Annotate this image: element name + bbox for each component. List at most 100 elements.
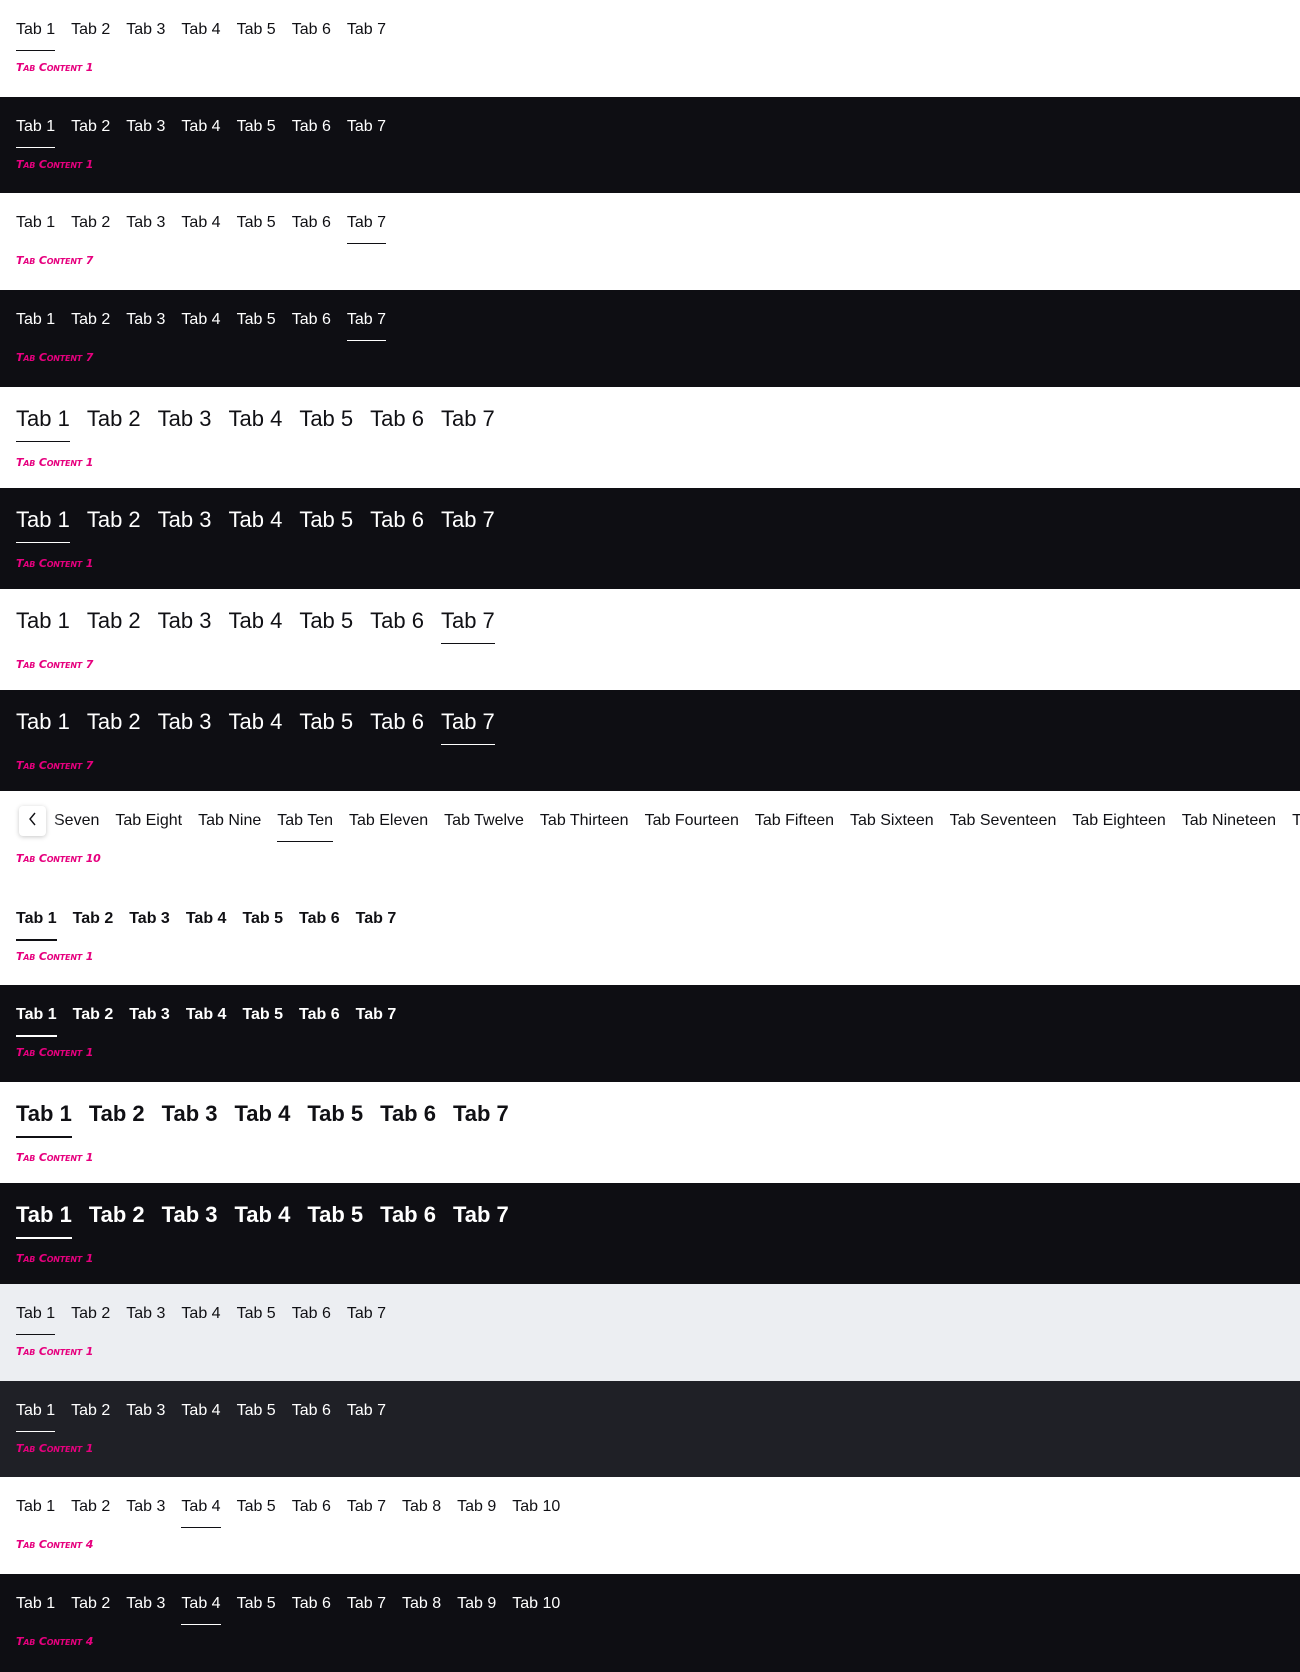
tab[interactable]: Tab 2 [87, 509, 141, 531]
tab[interactable]: Tab 1 [16, 1499, 55, 1515]
tab[interactable]: Tab 5 [299, 509, 353, 531]
tab-active[interactable]: Tab 7 [440, 711, 495, 745]
tab[interactable]: Tab 5 [237, 119, 276, 135]
tab[interactable]: Tab 3 [162, 1204, 218, 1226]
tab[interactable]: Tab 7 [441, 509, 495, 531]
tab[interactable]: Tab 4 [228, 711, 282, 733]
tab-active[interactable]: Tab 1 [16, 1306, 56, 1335]
tab[interactable]: Tab 1 [16, 312, 55, 328]
tab[interactable]: Tab 6 [292, 22, 331, 38]
tab[interactable]: Tab 3 [158, 711, 212, 733]
tab[interactable]: Tab 2 [73, 1007, 114, 1023]
tab[interactable]: Tab 4 [228, 610, 282, 632]
tab[interactable]: Tab 1 [16, 711, 70, 733]
tab-active[interactable]: Tab 1 [16, 119, 56, 148]
tab[interactable]: Tab 5 [237, 1306, 276, 1322]
tab-active[interactable]: Tab 7 [346, 215, 386, 244]
tab[interactable]: Tab 3 [126, 1306, 165, 1322]
tab[interactable]: Tab 6 [299, 1007, 340, 1023]
tab[interactable]: Tab 7 [453, 1103, 509, 1125]
tab-active[interactable]: Tab 1 [16, 509, 70, 543]
tab[interactable]: Tab Eleven [349, 813, 428, 829]
tab[interactable]: Tab 6 [292, 1306, 331, 1322]
tab[interactable]: Tab 3 [129, 1007, 170, 1023]
tab[interactable]: Tab Nineteen [1182, 813, 1276, 829]
tab[interactable]: Tab 6 [292, 1499, 331, 1515]
tab-active[interactable]: Tab 1 [16, 22, 56, 51]
tab[interactable]: Tab 3 [126, 312, 165, 328]
tab[interactable]: Tab 3 [126, 1403, 165, 1419]
scroll-left-button[interactable] [19, 806, 46, 836]
tab[interactable]: Tab 4 [228, 408, 282, 430]
tab[interactable]: Tab 4 [181, 119, 220, 135]
tab[interactable]: Tab Seventeen [950, 813, 1057, 829]
tab[interactable]: Tab 2 [71, 1306, 110, 1322]
tab[interactable]: Tab 8 [402, 1596, 441, 1612]
tab[interactable]: Tab 5 [299, 408, 353, 430]
tab-active[interactable]: Tab 7 [346, 312, 386, 341]
tab[interactable]: Tab Twenty [1292, 813, 1300, 829]
tab[interactable]: Tab 6 [299, 911, 340, 927]
tab[interactable]: Tab 5 [237, 22, 276, 38]
tab[interactable]: Tab Thirteen [540, 813, 629, 829]
tab[interactable]: Tab 5 [237, 1403, 276, 1419]
tab[interactable]: Tab Twelve [444, 813, 524, 829]
tab[interactable]: Tab 5 [237, 312, 276, 328]
tab-active[interactable]: Tab 4 [181, 1499, 221, 1528]
tab[interactable]: Tab 2 [89, 1204, 145, 1226]
tab[interactable]: Tab 2 [89, 1103, 145, 1125]
tab[interactable]: Tab 7 [356, 1007, 397, 1023]
tab[interactable]: Tab 3 [158, 408, 212, 430]
tab[interactable]: Tab 6 [370, 711, 424, 733]
tab[interactable]: Tab 2 [71, 215, 110, 231]
tab[interactable]: Tab 6 [292, 119, 331, 135]
tab[interactable]: Tab 2 [71, 1596, 110, 1612]
tab[interactable]: Tab 6 [292, 215, 331, 231]
tab[interactable]: Tab 7 [347, 22, 386, 38]
tab[interactable]: Tab 4 [234, 1204, 290, 1226]
tab[interactable]: Tab 5 [299, 610, 353, 632]
tab-active[interactable]: Tab Ten [277, 813, 333, 842]
tab[interactable]: Tab 6 [370, 408, 424, 430]
tab[interactable]: Tab 7 [453, 1204, 509, 1226]
tab[interactable]: Tab 7 [347, 119, 386, 135]
tab[interactable]: Tab 6 [292, 1596, 331, 1612]
tab[interactable]: Tab 10 [512, 1499, 560, 1515]
tab[interactable]: Tab 6 [292, 312, 331, 328]
tab[interactable]: Tab 2 [87, 711, 141, 733]
tab[interactable]: Tab 9 [457, 1499, 496, 1515]
tab[interactable]: Tab 3 [158, 610, 212, 632]
tab[interactable]: Tab 3 [126, 1596, 165, 1612]
tab[interactable]: Tab 6 [380, 1103, 436, 1125]
tab[interactable]: Tab 9 [457, 1596, 496, 1612]
tab-active[interactable]: Tab 1 [16, 408, 70, 442]
tab[interactable]: Tab 10 [512, 1596, 560, 1612]
tab[interactable]: Tab 6 [370, 610, 424, 632]
tab[interactable]: Tab 5 [237, 215, 276, 231]
tab[interactable]: Tab 8 [402, 1499, 441, 1515]
tab[interactable]: Tab 2 [71, 119, 110, 135]
tab[interactable]: Tab Nine [198, 813, 261, 829]
tab[interactable]: Tab 7 [347, 1596, 386, 1612]
tab[interactable]: Tab 7 [347, 1306, 386, 1322]
tab[interactable]: Tab 4 [234, 1103, 290, 1125]
tab[interactable]: Tab 3 [158, 509, 212, 531]
tab[interactable]: Tab 3 [126, 1499, 165, 1515]
tab[interactable]: Tab 6 [380, 1204, 436, 1226]
tab-active[interactable]: Tab 1 [16, 1403, 56, 1432]
tab[interactable]: Tab 6 [292, 1403, 331, 1419]
tab[interactable]: Tab 3 [126, 215, 165, 231]
tab[interactable]: Tab 5 [237, 1596, 276, 1612]
tab[interactable]: Tab Eighteen [1072, 813, 1165, 829]
tab[interactable]: Tab 2 [87, 408, 141, 430]
tab[interactable]: Tab 4 [186, 911, 227, 927]
tab[interactable]: Tab 4 [181, 1403, 220, 1419]
tab[interactable]: Tab 5 [307, 1103, 363, 1125]
tab[interactable]: Tab 4 [181, 312, 220, 328]
tab[interactable]: Tab 4 [181, 1306, 220, 1322]
tab[interactable]: Tab 4 [181, 22, 220, 38]
tab-active[interactable]: Tab 1 [16, 1103, 72, 1138]
tab[interactable]: Tab 7 [347, 1499, 386, 1515]
tab[interactable]: Tab 4 [228, 509, 282, 531]
tab[interactable]: Tab 2 [71, 22, 110, 38]
